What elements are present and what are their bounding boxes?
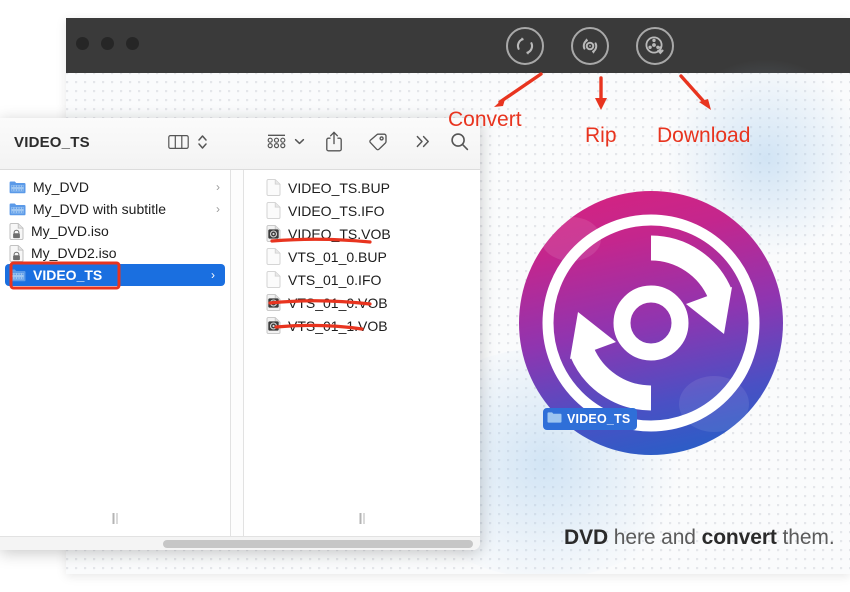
download-film-reel-icon [643,34,667,58]
annotation-label-rip: Rip [585,124,617,147]
window-controls[interactable] [76,37,139,50]
app-logo [491,163,811,483]
sidebar-list-item[interactable]: My_DVD.iso [0,220,230,242]
sidebar-item-label: My_DVD2.iso [31,245,117,261]
annotation-label-download: Download [657,124,751,147]
sidebar-list-item[interactable]: VIDEO_TS › [5,264,225,286]
rip-disc-icon [578,34,602,58]
file-list-item[interactable]: VTS_01_0.BUP [244,245,480,268]
folder-icon [9,181,26,194]
file-name-label: VTS_01_0.IFO [288,271,382,288]
disk-image-icon [9,244,24,262]
finder-footer [0,536,480,550]
file-list-item[interactable]: VTS_01_0.IFO [244,268,480,291]
sidebar-item-label: VIDEO_TS [33,267,103,283]
folder-icon [9,203,26,216]
sidebar-item-label: My_DVD with subtitle [33,201,167,217]
finder-toolbar: VIDEO_TS [0,118,480,170]
file-name-label: VTS_01_1.VOB [288,317,388,334]
tag-button[interactable] [367,132,388,151]
file-name-label: VIDEO_TS.IFO [288,202,385,219]
document-icon [266,202,281,219]
chevron-right-icon: › [211,268,215,282]
convert-arrows-icon [513,34,537,58]
file-name-label: VIDEO_TS.BUP [288,179,390,196]
finder-window-title: VIDEO_TS [14,134,90,151]
view-options-stepper[interactable] [197,133,208,151]
vob-video-icon [266,294,281,311]
share-button[interactable] [325,131,343,152]
rip-button[interactable] [571,27,609,65]
finder-file-column: VIDEO_TS.BUP VIDEO_TS.IFO VIDEO_TS.VOB VTS_… [244,170,480,536]
screenshot-root: VIDEO_TS DVD here and convert them. VIDE… [0,0,850,592]
finder-sidebar-column: My_DVD › My_DVD with subtitle › My_DVD.iso My… [0,170,231,536]
chevron-right-icon: › [216,202,220,216]
close-window-button[interactable] [76,37,89,50]
finder-window: VIDEO_TS My_DVD › My_DVD with subtitle ›… [0,118,480,550]
column-gap [231,170,244,536]
sidebar-list-item[interactable]: My_DVD › [0,176,230,198]
app-tagline: DVD here and convert them. [564,526,835,550]
horizontal-scrollbar[interactable] [163,540,473,548]
file-list-item[interactable]: VIDEO_TS.IFO [244,199,480,222]
document-icon [266,271,281,288]
download-button[interactable] [636,27,674,65]
maximize-window-button[interactable] [126,37,139,50]
file-name-label: VTS_01_0.VOB [288,294,388,311]
group-by-chevron-down-icon[interactable] [294,137,305,146]
finder-columns: My_DVD › My_DVD with subtitle › My_DVD.iso My… [0,170,480,536]
chevron-right-icon: › [216,180,220,194]
sidebar-item-label: My_DVD [33,179,90,195]
tagline-mid: here and [608,526,702,549]
sidebar-list-item[interactable]: My_DVD with subtitle › [0,198,230,220]
disk-image-icon [9,222,24,240]
vob-video-icon [266,225,281,242]
column-resize-grip[interactable] [112,513,118,524]
vob-video-icon [266,317,281,334]
minimize-window-button[interactable] [101,37,114,50]
tagline-tail: them. [776,526,835,549]
tagline-bold-convert: convert [701,526,777,549]
convert-button[interactable] [506,27,544,65]
folder-icon [9,269,26,282]
file-list-item[interactable]: VIDEO_TS.BUP [244,176,480,199]
file-list-item[interactable]: VIDEO_TS.VOB [244,222,480,245]
folder-icon [547,410,562,428]
file-list-item[interactable]: VTS_01_1.VOB [244,314,480,337]
app-toolbar-icons [506,27,674,65]
document-icon [266,248,281,265]
file-name-label: VIDEO_TS.VOB [288,225,391,242]
group-by-button[interactable] [266,133,287,149]
column-resize-grip-2[interactable] [359,513,365,524]
sidebar-item-label: My_DVD.iso [31,223,109,239]
document-icon [266,179,281,196]
annotation-label-convert: Convert [448,108,522,131]
drag-badge-video-ts[interactable]: VIDEO_TS [543,408,638,430]
search-button[interactable] [450,132,469,151]
file-name-label: VTS_01_0.BUP [288,248,387,265]
tagline-bold-dvd: DVD [564,526,609,549]
drag-badge-label: VIDEO_TS [567,412,631,426]
file-list-item[interactable]: VTS_01_0.VOB [244,291,480,314]
view-column-button[interactable] [168,134,189,150]
more-toolbar-button[interactable] [414,133,432,150]
sidebar-list-item[interactable]: My_DVD2.iso [0,242,230,264]
